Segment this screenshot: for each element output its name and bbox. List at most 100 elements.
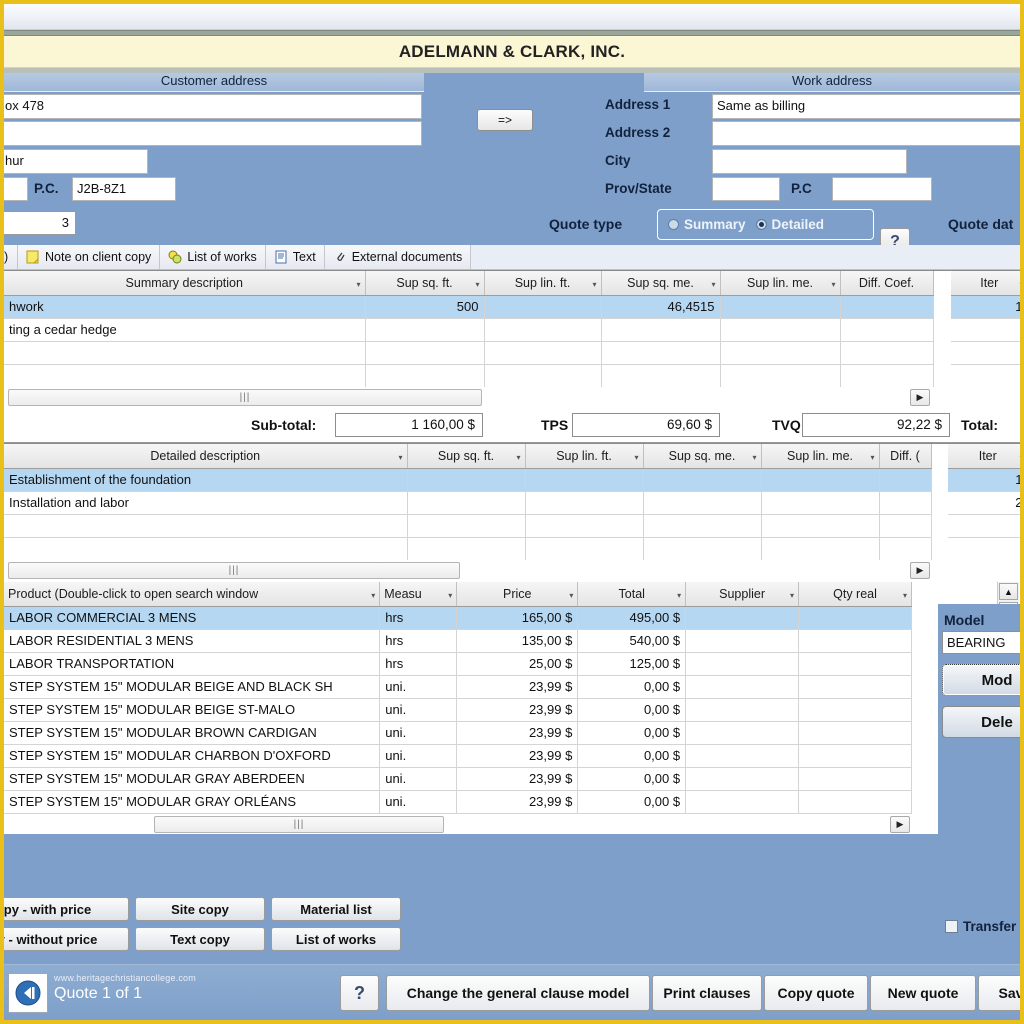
table-row[interactable]: STEP SYSTEM 15" MODULAR GRAY ORLÉANS uni.… [4,790,912,814]
summary-col-diff-coef[interactable]: Diff. Coef. [840,271,934,296]
question-icon[interactable]: ? [340,975,379,1011]
work-prov-field[interactable] [712,177,780,201]
detail-col-diff[interactable]: Diff. ( [879,444,932,469]
product-col-supplier[interactable]: Supplier ▾ [685,582,800,607]
customer-postal-code[interactable]: J2B-8Z1 [72,177,176,201]
previous-record-icon[interactable] [8,973,48,1013]
product-hscrollbar[interactable]: ||| ▶ [4,813,1020,834]
product-col-measure[interactable]: Measu ▾ [379,582,458,607]
new-quote-button[interactable]: New quote [870,975,976,1011]
summary-cell-diff [840,295,934,319]
summary-table: Summary description ▾ Sup sq. ft. ▾ Sup li… [4,271,1020,387]
product-hscroll-thumb[interactable]: ||| [154,815,444,833]
summary-col-sup-sq-ft[interactable]: Sup sq. ft. ▾ [365,271,485,296]
detail-col-sup-lin-me[interactable]: Sup lin. me. ▾ [761,444,880,469]
product-col-product[interactable]: Product (Double-click to open search win… [4,582,381,607]
product-cell-total: 0,00 $ [577,675,687,699]
tab-text[interactable]: Text [265,245,325,269]
material-list-button[interactable]: Material list [271,897,401,921]
product-cell-total: 0,00 $ [577,767,687,791]
detail-hscroll-right-button[interactable]: ▶ [910,562,930,579]
summary-cell-sq-me [601,341,721,365]
copy-without-price-button[interactable]: y - without price [4,927,129,951]
table-row[interactable]: LABOR RESIDENTIAL 3 MENS hrs 135,00 $540,0… [4,629,912,653]
table-row[interactable]: STEP SYSTEM 15" MODULAR GRAY ABERDEEN uni… [4,767,912,791]
product-hscroll-right-button[interactable]: ▶ [890,815,910,833]
customer-address-line1[interactable]: ox 478 [4,94,422,119]
product-scroll-up-button[interactable]: ▲ [999,583,1018,600]
change-general-clause-model-button[interactable]: Change the general clause model [386,975,650,1011]
copy-with-price-button[interactable]: py - with price [4,897,129,921]
table-row[interactable]: STEP SYSTEM 15" MODULAR BEIGE ST-MALO uni… [4,698,912,722]
summary-cell-diff [840,364,934,387]
work-address2-field[interactable] [712,121,1020,146]
summary-col-sup-sq-me[interactable]: Sup sq. me. ▾ [601,271,721,296]
transfer-checkbox-group[interactable]: Transfer [945,919,1016,934]
text-document-icon [274,250,288,264]
product-col-qty-real[interactable]: Qty real ▾ [798,582,912,607]
site-copy-button[interactable]: Site copy [135,897,265,921]
table-row[interactable]: ting a cedar hedge [4,318,1020,342]
product-col-total[interactable]: Total ▾ [577,582,687,607]
copy-address-button[interactable]: => [477,109,533,131]
detail-col-sup-sq-ft[interactable]: Sup sq. ft. ▾ [407,444,526,469]
tab-truncated-left[interactable]: ) [4,245,18,269]
detail-col-sup-lin-ft[interactable]: Sup lin. ft. ▾ [525,444,644,469]
text-copy-button[interactable]: Text copy [135,927,265,951]
copy-quote-button[interactable]: Copy quote [764,975,868,1011]
model-value-field[interactable]: BEARING [942,631,1020,654]
summary-cell-sq-ft [365,364,485,387]
table-row[interactable] [4,537,1020,560]
tab-list-of-works[interactable]: List of works [160,245,266,269]
summary-col-description[interactable]: Summary description ▾ [4,271,366,296]
table-row[interactable]: LABOR COMMERCIAL 3 MENS hrs 165,00 $495,00… [4,606,912,630]
product-cell-measure: uni. [379,721,458,745]
quote-number-field[interactable]: 3 [4,211,76,235]
table-row[interactable]: STEP SYSTEM 15" MODULAR BEIGE AND BLACK … [4,675,912,699]
detail-col-description[interactable]: Detailed description ▾ [4,444,408,469]
product-cell-price: 23,99 $ [456,675,579,699]
customer-prov-state[interactable] [4,177,28,201]
table-row[interactable]: Installation and labor 2 [4,491,1020,515]
tab-list-of-works-label: List of works [187,250,257,264]
radio-detailed[interactable]: Detailed [755,217,824,232]
customer-city[interactable]: hur [4,149,148,174]
work-city-field[interactable] [712,149,907,174]
list-of-works-button[interactable]: List of works [271,927,401,951]
work-address1-field[interactable]: Same as billing [712,94,1020,119]
summary-cell-sq-me [601,364,721,387]
table-row[interactable] [4,341,1020,365]
table-row[interactable] [4,364,1020,387]
product-cell-measure: hrs [379,629,458,653]
customer-address-line2[interactable] [4,121,422,146]
delete-button[interactable]: Dele [942,706,1020,738]
table-row[interactable]: STEP SYSTEM 15" MODULAR CHARBON D'OXFORD… [4,744,912,768]
save-button[interactable]: Sav [978,975,1020,1011]
summary-col-item[interactable]: Iter ▾ [951,271,1020,296]
table-row[interactable]: Establishment of the foundation 1 [4,468,1020,492]
detail-cell-diff [879,468,932,492]
detail-col-sup-sq-me[interactable]: Sup sq. me. ▾ [643,444,762,469]
detail-hscrollbar[interactable]: ||| ▶ [4,560,1020,582]
transfer-checkbox[interactable] [945,920,958,933]
detail-hscroll-thumb[interactable]: ||| [8,562,460,579]
summary-col-sup-lin-ft[interactable]: Sup lin. ft. ▾ [484,271,602,296]
summary-hscrollbar[interactable]: ||| ▶ [4,387,1020,409]
summary-hscroll-thumb[interactable]: ||| [8,389,482,406]
tab-note-on-client-copy[interactable]: Note on client copy [18,245,161,269]
model-button[interactable]: Mod [942,664,1020,696]
summary-cell-item [951,318,1020,342]
detail-col-item[interactable]: Iter ▾ [948,444,1020,469]
summary-col-sup-lin-me[interactable]: Sup lin. me. ▾ [720,271,841,296]
table-row[interactable]: STEP SYSTEM 15" MODULAR BROWN CARDIGAN un… [4,721,912,745]
table-row[interactable] [4,514,1020,538]
work-postal-code-field[interactable] [832,177,932,201]
print-clauses-button[interactable]: Print clauses [652,975,762,1011]
summary-hscroll-right-button[interactable]: ▶ [910,389,930,406]
table-row[interactable]: hwork 500 46,4515 1 [4,295,1020,319]
radio-summary[interactable]: Summary [668,217,746,232]
table-row[interactable]: LABOR TRANSPORTATION hrs 25,00 $125,00 $ [4,652,912,676]
product-col-price[interactable]: Price ▾ [456,582,579,607]
tab-external-documents[interactable]: External documents [324,245,472,269]
detail-cell-lin-me [761,468,880,492]
